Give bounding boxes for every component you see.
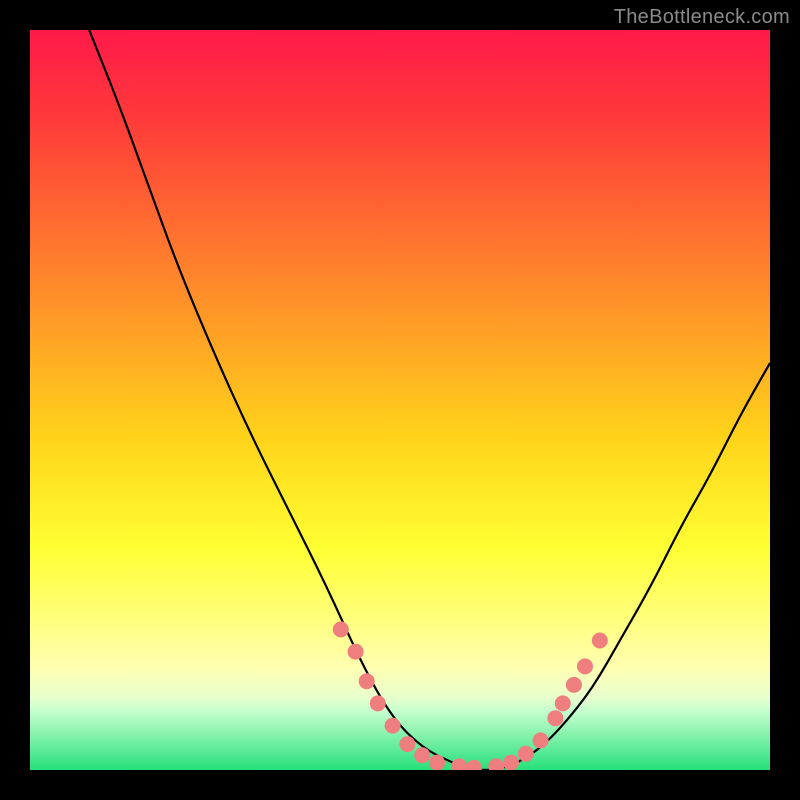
marker-point <box>592 633 608 649</box>
marker-point <box>333 621 349 637</box>
watermark-text: TheBottleneck.com <box>614 6 790 29</box>
marker-point <box>518 746 534 762</box>
marker-point <box>555 695 571 711</box>
marker-point <box>399 736 415 752</box>
marker-point <box>429 755 445 770</box>
marker-point <box>414 747 430 763</box>
chart-svg <box>30 30 770 770</box>
gradient-background <box>30 30 770 770</box>
marker-point <box>503 755 519 770</box>
marker-point <box>359 673 375 689</box>
marker-point <box>348 644 364 660</box>
marker-point <box>577 658 593 674</box>
marker-point <box>533 732 549 748</box>
marker-point <box>547 710 563 726</box>
marker-point <box>385 718 401 734</box>
marker-point <box>566 677 582 693</box>
marker-point <box>370 695 386 711</box>
bottleneck-chart <box>30 30 770 770</box>
